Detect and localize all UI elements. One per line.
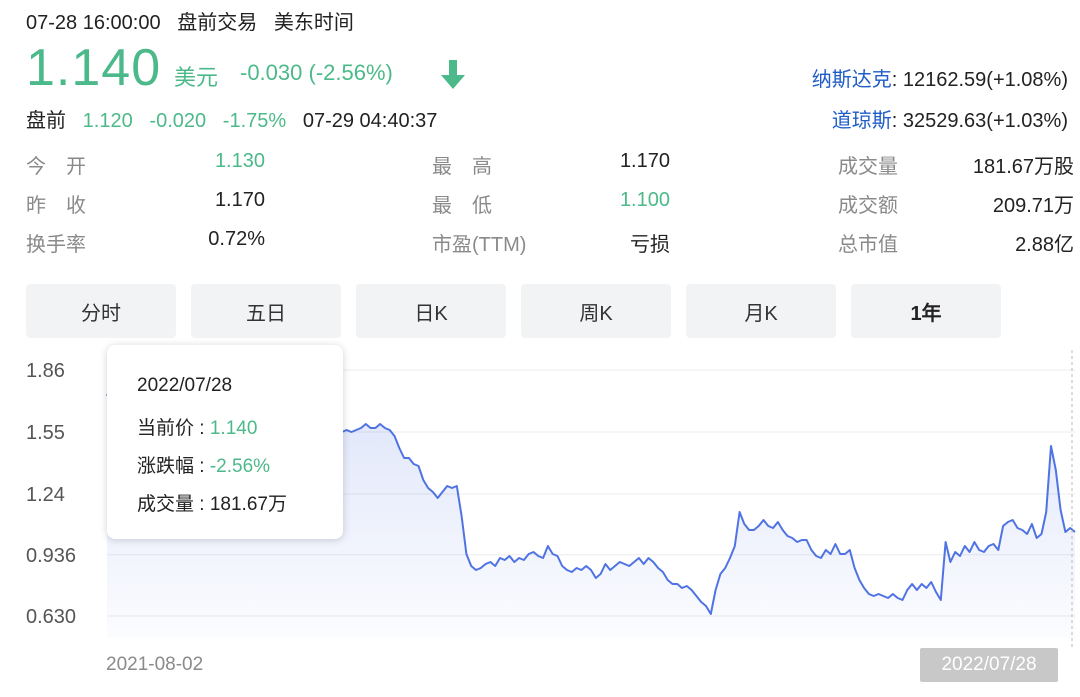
x-axis-start-label: 2021-08-02: [106, 654, 204, 675]
index-name: 道琼斯: [831, 110, 892, 132]
stat-high-label: 最 高: [432, 156, 492, 178]
premarket-price: 1.120: [82, 110, 133, 132]
premarket-time: 07-29 04:40:37: [302, 110, 438, 132]
index-name: 纳斯达克: [811, 69, 892, 91]
stat-prev-close-label: 昨 收: [26, 195, 86, 217]
tooltip-change-label: 涨跌幅 :: [137, 456, 210, 477]
tooltip-price-label: 当前价 :: [137, 418, 210, 439]
tab-intraday[interactable]: 分时: [26, 284, 176, 338]
stat-amount-label: 成交额: [838, 195, 898, 217]
stat-high-value: 1.170: [619, 150, 670, 172]
stat-prev-close-value: 1.170: [214, 189, 265, 211]
stat-amount-value: 209.71万: [992, 195, 1074, 217]
stat-low-value: 1.100: [619, 189, 670, 211]
tooltip-price: 1.140: [209, 418, 258, 439]
tooltip-change: -2.56%: [209, 456, 271, 477]
tooltip-volume-row: 成交量 : 181.67万: [137, 489, 287, 516]
stat-market-cap-value: 2.88亿: [1015, 234, 1074, 256]
y-axis-ticks: 1.86 1.55 1.24 0.936 0.630: [26, 360, 76, 628]
tab-daily-k[interactable]: 日K: [356, 284, 506, 338]
tooltip-volume: 181.67万: [209, 494, 287, 515]
stat-open-value: 1.130: [214, 150, 265, 172]
trading-session: 盘前交易: [177, 12, 258, 34]
stat-pe-value: 亏损: [630, 234, 670, 256]
y-tick-label: 1.24: [26, 484, 65, 506]
tab-monthly-k[interactable]: 月K: [686, 284, 836, 338]
index-nasdaq[interactable]: 纳斯达克: 12162.59(+1.08%): [812, 63, 1068, 92]
premarket-pct: -1.75%: [222, 110, 287, 132]
timezone-label: 美东时间: [273, 12, 354, 34]
tab-five-day[interactable]: 五日: [191, 284, 341, 338]
price-currency: 美元: [174, 65, 219, 90]
tooltip-change-row: 涨跌幅 : -2.56%: [137, 451, 270, 478]
down-arrow-icon: [441, 60, 465, 89]
x-axis-end-label: 2022/07/28: [920, 648, 1058, 682]
chart-tooltip: 2022/07/28 当前价 : 1.140 涨跌幅 : -2.56% 成交量 …: [107, 345, 343, 539]
index-dow[interactable]: 道琼斯: 32529.63(+1.03%): [832, 104, 1068, 133]
y-tick-label: 1.55: [26, 422, 65, 444]
y-tick-label: 0.630: [26, 606, 76, 628]
stat-turnover-value: 0.72%: [208, 228, 265, 250]
tab-weekly-k[interactable]: 周K: [521, 284, 671, 338]
premarket-label: 盘前: [26, 110, 66, 132]
premarket-change: -0.020: [149, 110, 207, 132]
premarket-line: 盘前 1.120 -0.020 -1.75% 07-29 04:40:37: [26, 104, 437, 133]
index-value: : 12162.59(+1.08%): [891, 69, 1068, 91]
tooltip-volume-label: 成交量 :: [137, 494, 210, 515]
y-tick-label: 0.936: [26, 545, 76, 567]
index-value: : 32529.63(+1.03%): [891, 110, 1068, 132]
stat-pe-label: 市盈(TTM): [432, 234, 527, 256]
quote-time-line: 07-28 16:00:00 盘前交易 美东时间: [26, 6, 354, 35]
tab-one-year[interactable]: 1年: [851, 284, 1001, 338]
stat-turnover-label: 换手率: [26, 234, 86, 256]
y-tick-label: 1.86: [26, 360, 65, 382]
stat-open-label: 今 开: [26, 156, 86, 178]
quote-datetime: 07-28 16:00:00: [26, 12, 161, 34]
stat-volume-value: 181.67万股: [972, 156, 1074, 178]
stat-volume-label: 成交量: [838, 156, 898, 178]
tooltip-price-row: 当前价 : 1.140: [137, 413, 257, 440]
tooltip-date: 2022/07/28: [137, 375, 233, 396]
stat-low-label: 最 低: [432, 195, 492, 217]
price-change: -0.030 (-2.56%): [240, 60, 393, 85]
current-price: 1.140: [26, 39, 162, 97]
stat-market-cap-label: 总市值: [838, 234, 898, 256]
